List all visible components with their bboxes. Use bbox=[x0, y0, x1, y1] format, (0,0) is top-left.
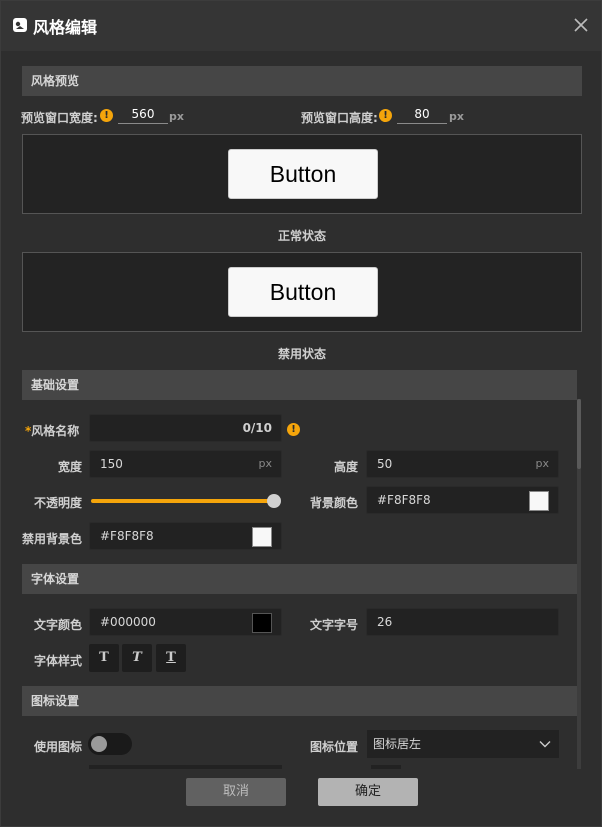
warning-icon: ! bbox=[100, 109, 113, 122]
preview-normal-area: Button bbox=[22, 134, 582, 214]
preview-height-unit: px bbox=[449, 110, 464, 123]
bg-color-swatch[interactable] bbox=[529, 491, 549, 511]
bold-icon[interactable]: T bbox=[89, 644, 119, 672]
width-unit: px bbox=[258, 457, 273, 470]
scrollbar-thumb[interactable] bbox=[577, 399, 581, 469]
height-unit: px bbox=[535, 457, 550, 470]
warning-icon: ! bbox=[379, 109, 392, 122]
disabled-bg-input[interactable]: #F8F8F8 bbox=[89, 522, 282, 550]
height-input[interactable]: 50 px bbox=[366, 450, 559, 478]
section-icon-header: 图标设置 bbox=[22, 686, 577, 716]
icon-position-label: 图标位置 bbox=[310, 740, 359, 754]
style-name-counter: 0/10 bbox=[242, 421, 272, 435]
width-value: 150 bbox=[100, 457, 123, 471]
height-label: 高度 bbox=[334, 460, 359, 474]
bg-color-value: #F8F8F8 bbox=[377, 493, 431, 507]
warning-icon: ! bbox=[287, 423, 300, 436]
text-color-input[interactable]: #000000 bbox=[89, 608, 282, 636]
next-row-field bbox=[371, 765, 401, 769]
style-name-input[interactable]: 0/10 bbox=[89, 414, 282, 442]
text-color-label: 文字颜色 bbox=[34, 618, 83, 632]
section-font-header: 字体设置 bbox=[22, 564, 577, 594]
ok-button[interactable]: 确定 bbox=[318, 778, 418, 806]
preview-width-label: 预览窗口宽度: bbox=[21, 111, 98, 125]
style-name-label: *风格名称 bbox=[25, 424, 80, 438]
dialog-title: 风格编辑 bbox=[33, 18, 98, 37]
bg-color-input[interactable]: #F8F8F8 bbox=[366, 486, 559, 514]
icon-position-select[interactable]: 图标居左 bbox=[367, 730, 559, 758]
opacity-slider[interactable] bbox=[91, 499, 275, 503]
scrollbar[interactable] bbox=[577, 399, 581, 769]
height-value: 50 bbox=[377, 457, 393, 471]
close-icon[interactable] bbox=[571, 15, 591, 35]
text-color-swatch[interactable] bbox=[252, 613, 272, 633]
underline-icon[interactable]: T bbox=[156, 644, 186, 672]
font-size-input[interactable]: 26 bbox=[366, 608, 559, 636]
use-icon-toggle[interactable] bbox=[88, 733, 132, 755]
preview-height-input[interactable]: 80 bbox=[397, 107, 447, 124]
preview-normal-caption: 正常状态 bbox=[277, 229, 326, 243]
opacity-slider-handle[interactable] bbox=[267, 494, 281, 508]
chevron-down-icon bbox=[539, 741, 551, 748]
preview-disabled-button: Button bbox=[228, 267, 378, 317]
preview-disabled-area: Button bbox=[22, 252, 582, 332]
disabled-bg-swatch[interactable] bbox=[252, 527, 272, 547]
preview-disabled-caption: 禁用状态 bbox=[277, 347, 326, 361]
use-icon-label: 使用图标 bbox=[34, 740, 83, 754]
section-preview-header: 风格预览 bbox=[22, 66, 582, 96]
italic-icon[interactable]: T bbox=[122, 644, 152, 672]
preview-width-unit: px bbox=[169, 110, 184, 123]
bg-color-label: 背景颜色 bbox=[310, 496, 359, 510]
cancel-button[interactable]: 取消 bbox=[186, 778, 286, 806]
next-row-field bbox=[89, 765, 282, 769]
icon-position-value: 图标居左 bbox=[373, 737, 422, 751]
preview-normal-button[interactable]: Button bbox=[228, 149, 378, 199]
style-icon bbox=[13, 18, 27, 32]
dialog-titlebar: 风格编辑 bbox=[1, 1, 601, 51]
font-size-label: 文字字号 bbox=[310, 618, 359, 632]
style-edit-dialog: 风格编辑 风格预览 预览窗口宽度: ! 560 px 预览窗口高度: ! 80 … bbox=[0, 0, 602, 827]
text-color-value: #000000 bbox=[100, 615, 156, 629]
section-basic-header: 基础设置 bbox=[22, 370, 577, 400]
width-label: 宽度 bbox=[58, 460, 83, 474]
disabled-bg-value: #F8F8F8 bbox=[100, 529, 154, 543]
opacity-label: 不透明度 bbox=[34, 496, 83, 510]
font-style-label: 字体样式 bbox=[34, 654, 83, 668]
disabled-bg-label: 禁用背景色 bbox=[22, 532, 83, 546]
preview-height-label: 预览窗口高度: bbox=[301, 111, 378, 125]
toggle-knob bbox=[91, 736, 107, 752]
width-input[interactable]: 150 px bbox=[89, 450, 282, 478]
preview-width-input[interactable]: 560 bbox=[118, 107, 168, 124]
font-size-value: 26 bbox=[377, 615, 393, 629]
